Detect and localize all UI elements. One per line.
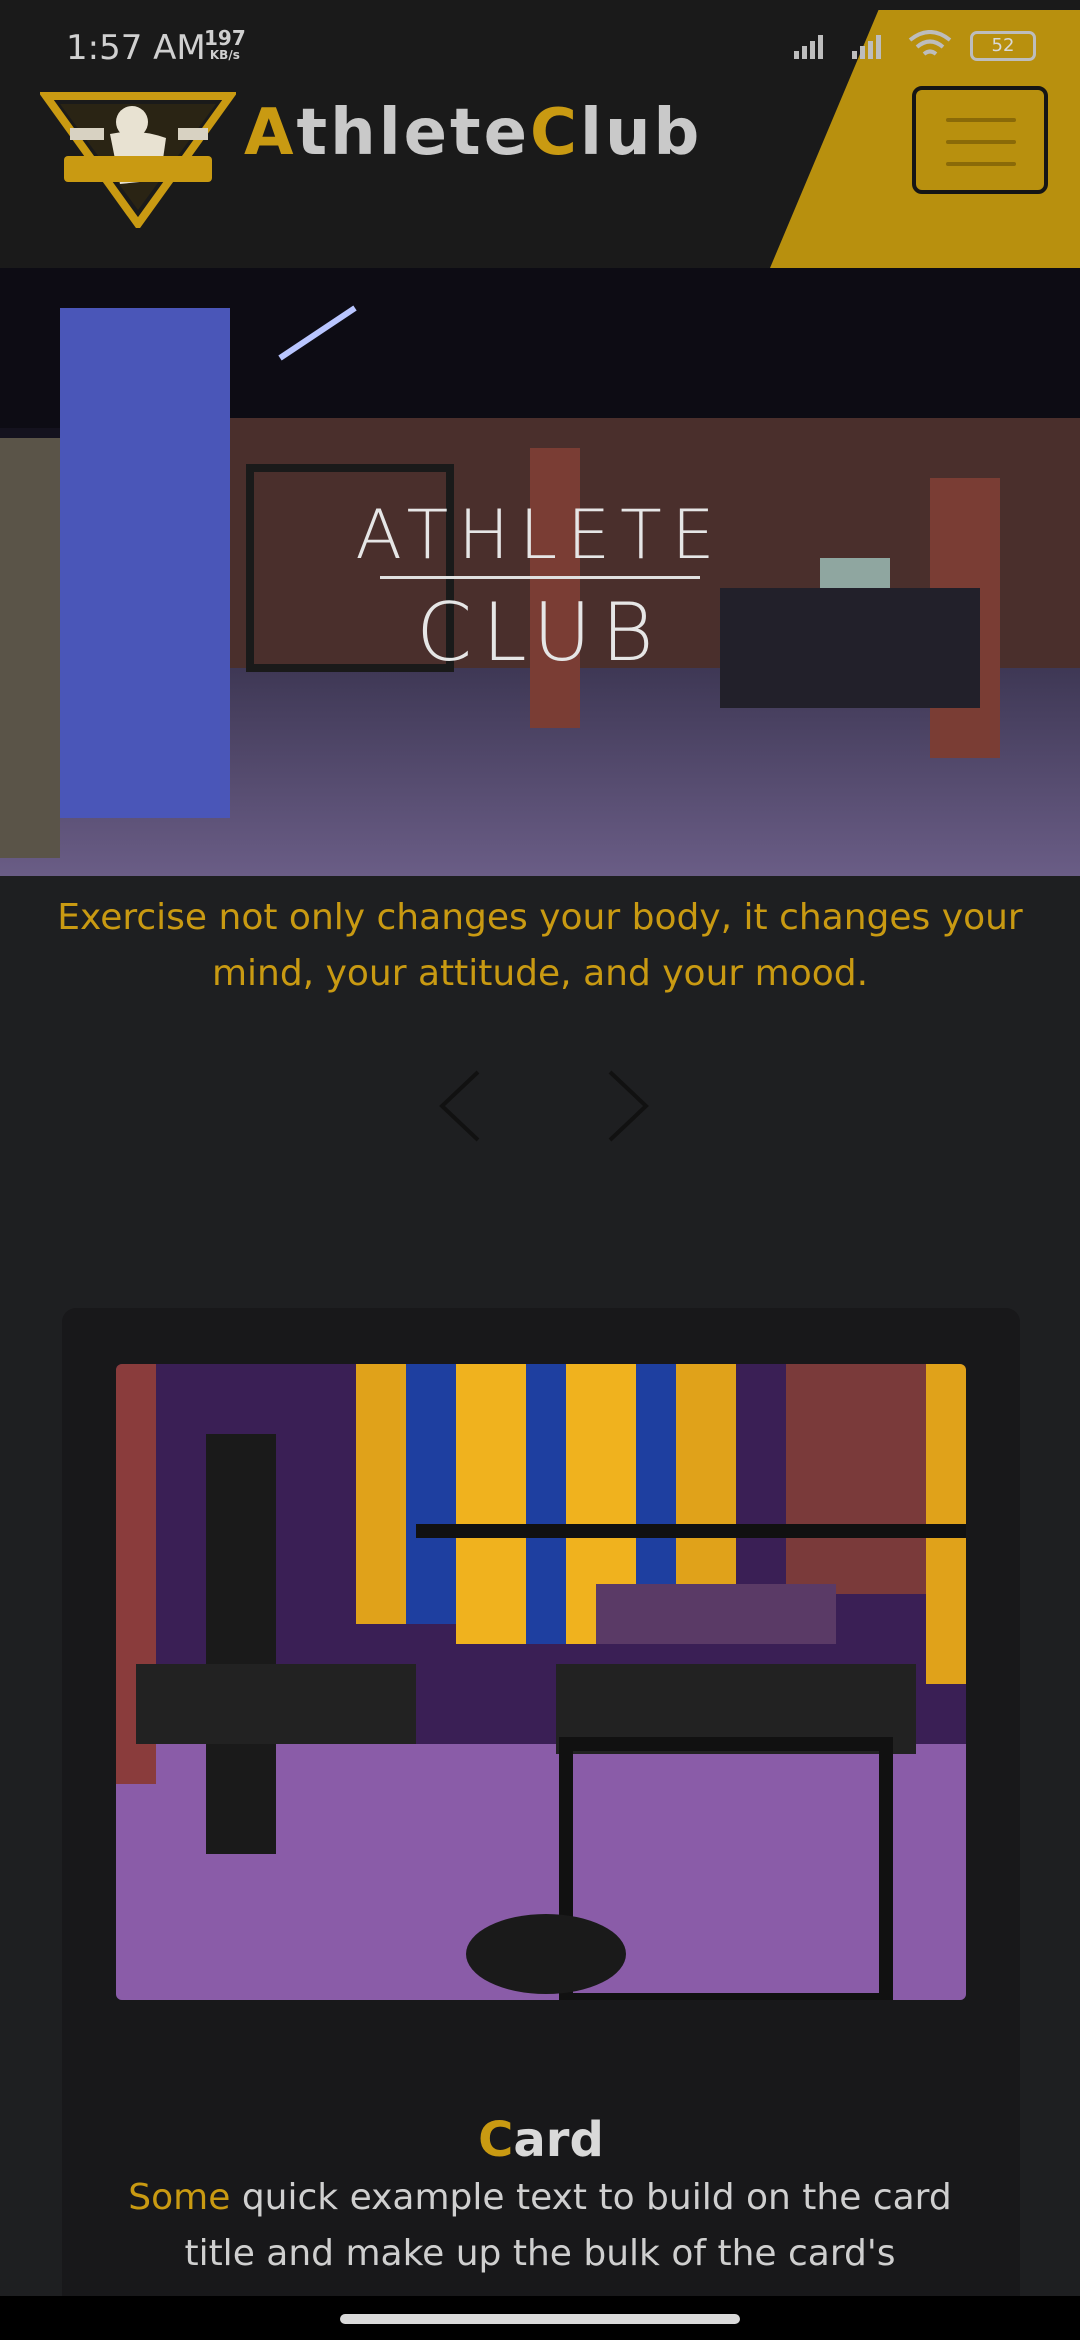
menu-toggle-button[interactable]: [912, 86, 1048, 194]
athlete-club-logo[interactable]: [38, 88, 238, 231]
brand-letter-a: A: [244, 96, 297, 170]
card-text-rest: quick example text to build on the card …: [184, 2177, 952, 2274]
battery-icon: 52: [970, 31, 1036, 61]
hamburger-icon-bar: [946, 140, 1016, 144]
network-speed-unit: KB/s: [209, 48, 240, 62]
status-time: 1:57 AM: [66, 28, 206, 68]
card-title-first-letter: C: [478, 2112, 514, 2168]
carousel-prev-button[interactable]: [432, 1066, 492, 1146]
battery-level: 52: [991, 35, 1015, 56]
hero-carousel-slide[interactable]: ATHLETE CLUB: [0, 268, 1080, 876]
chevron-right-icon: [608, 1070, 649, 1142]
card-text: Some quick example text to build on the …: [100, 2170, 980, 2282]
brand-part-1: thlete: [296, 96, 531, 170]
card-text-first-word: Some: [128, 2177, 231, 2218]
status-network-speed: 197 KB/s: [204, 28, 246, 62]
home-gesture-bar[interactable]: [340, 2314, 740, 2324]
card-title-rest: ard: [513, 2112, 604, 2168]
wifi-icon: [908, 30, 952, 56]
brand-part-2: lub: [580, 96, 703, 170]
brand-name[interactable]: AthleteClub: [244, 96, 702, 170]
card-image: [116, 1364, 966, 2000]
signal-icon: [794, 35, 823, 59]
network-speed-value: 197: [204, 26, 246, 50]
card-title: Card: [62, 2112, 1020, 2168]
hero-quote: Exercise not only changes your body, it …: [57, 897, 1023, 994]
carousel-next-button[interactable]: [596, 1066, 656, 1146]
hamburger-icon: [946, 118, 1016, 122]
hamburger-icon-bar: [946, 162, 1016, 166]
hero-title-line-2: CLUB: [416, 586, 664, 679]
signal-icon-2: [852, 35, 881, 59]
brand-letter-c: C: [530, 96, 580, 170]
hero-title-line-1: ATHLETE: [355, 496, 725, 575]
hero-title-divider: [380, 576, 700, 579]
status-icons: 52: [792, 30, 1036, 62]
chevron-left-icon: [439, 1070, 480, 1142]
